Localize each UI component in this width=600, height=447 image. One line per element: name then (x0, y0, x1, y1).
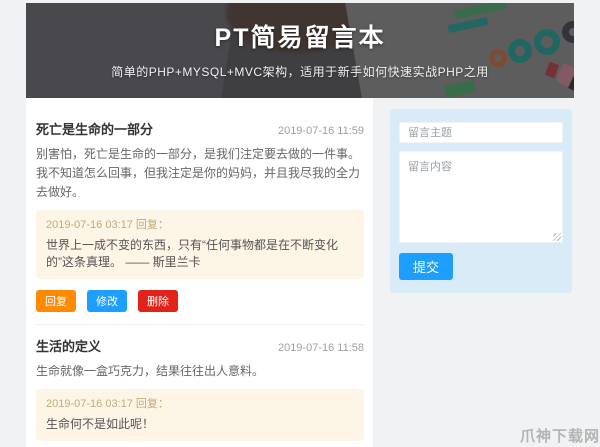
message-body: 生命就像一盒巧克力，结果往往出人意料。 (36, 364, 265, 378)
reply-date: 2019-07-16 03:17 回复： (46, 398, 169, 410)
message-list: 死亡是生命的一部分 2019-07-16 11:59 别害怕，死亡是生命的一部分… (26, 98, 373, 447)
message-title: 死亡是生命的一部分 (36, 122, 154, 137)
subject-input[interactable] (399, 122, 563, 143)
message-date: 2019-07-16 11:59 (277, 125, 364, 137)
message-title: 生活的定义 (36, 339, 102, 354)
message-item: 生活的定义 2019-07-16 11:58 生命就像一盒巧克力，结果往往出人意… (36, 325, 364, 447)
message-body: 别害怕，死亡是生命的一部分，是我们注定要去做的一件事。我不知道怎么回事，但我注定… (36, 147, 361, 199)
message-item: 死亡是生命的一部分 2019-07-16 11:59 别害怕，死亡是生命的一部分… (36, 108, 364, 325)
reply-button[interactable]: 回复 (36, 290, 76, 312)
reply-date: 2019-07-16 03:17 回复： (46, 219, 169, 231)
header-banner: PT简易留言本 简单的PHP+MYSQL+MVC架构，适用于新手如何快速实战PH… (26, 3, 574, 98)
edit-button[interactable]: 修改 (87, 290, 127, 312)
content-textarea[interactable] (399, 151, 563, 243)
reply-text: 世界上一成不变的东西，只有“任何事物都是在不断变化的”这条真理。 —— 斯里兰卡 (46, 238, 338, 269)
watermark-text: 爪神下载网 (519, 428, 600, 445)
admin-reply-box: 2019-07-16 03:17 回复： 世界上一成不变的东西，只有“任何事物都… (36, 210, 364, 279)
message-date: 2019-07-16 11:58 (277, 342, 364, 354)
message-form-panel: 提交 (390, 109, 572, 293)
submit-button[interactable]: 提交 (399, 253, 454, 280)
resize-handle-icon[interactable] (553, 233, 561, 241)
sidebar: 提交 (390, 98, 572, 293)
delete-button[interactable]: 删除 (138, 290, 178, 312)
page-container: PT简易留言本 简单的PHP+MYSQL+MVC架构，适用于新手如何快速实战PH… (26, 3, 574, 447)
site-subtitle: 简单的PHP+MYSQL+MVC架构，适用于新手如何快速实战PHP之用 (111, 65, 489, 79)
site-title: PT简易留言本 (214, 24, 386, 52)
reply-text: 生命何不是如此呢！ (46, 417, 155, 431)
admin-reply-box: 2019-07-16 03:17 回复： 生命何不是如此呢！ (36, 389, 364, 441)
